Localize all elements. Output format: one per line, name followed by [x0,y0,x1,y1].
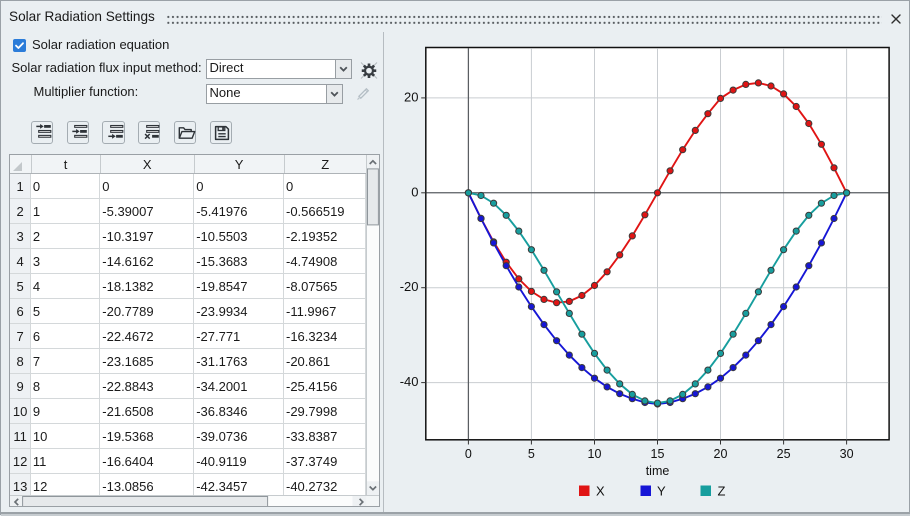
svg-text:time: time [646,464,670,478]
svg-text:5: 5 [528,447,535,461]
svg-text:15: 15 [651,447,665,461]
svg-text:X: X [596,484,605,499]
svg-text:-20: -20 [400,279,419,294]
svg-text:-40: -40 [400,374,419,389]
svg-text:25: 25 [777,447,791,461]
svg-text:Y: Y [657,484,666,499]
svg-text:20: 20 [404,89,418,104]
svg-text:30: 30 [840,447,854,461]
svg-text:0: 0 [411,184,418,199]
svg-text:0: 0 [465,447,472,461]
svg-text:20: 20 [714,447,728,461]
svg-text:Z: Z [718,484,726,499]
svg-text:10: 10 [588,447,602,461]
